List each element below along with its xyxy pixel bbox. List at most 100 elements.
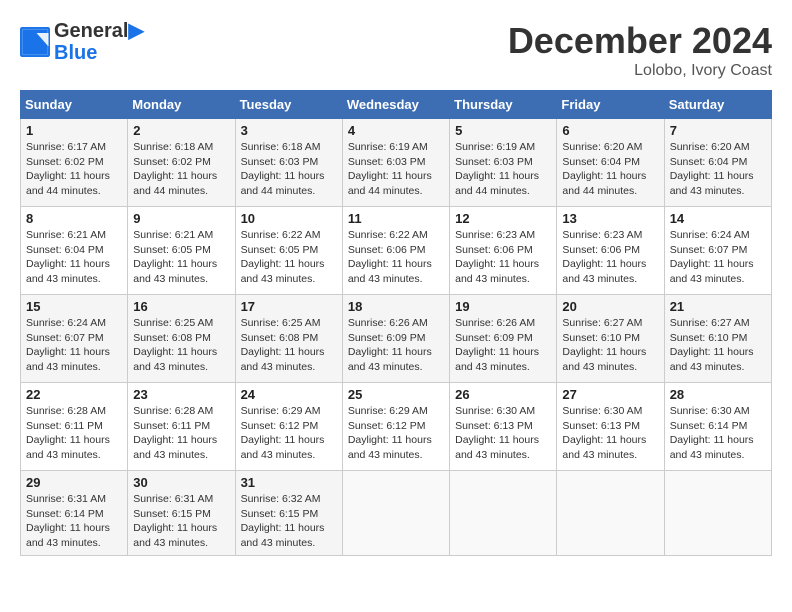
day-number: 22 (26, 387, 122, 402)
month-title: December 2024 (508, 20, 772, 62)
calendar-cell (342, 471, 449, 556)
day-info: Sunrise: 6:24 AMSunset: 6:07 PMDaylight:… (670, 228, 766, 287)
day-info: Sunrise: 6:30 AMSunset: 6:14 PMDaylight:… (670, 404, 766, 463)
calendar-cell: 9 Sunrise: 6:21 AMSunset: 6:05 PMDayligh… (128, 207, 235, 295)
calendar-cell: 17 Sunrise: 6:25 AMSunset: 6:08 PMDaylig… (235, 295, 342, 383)
calendar-cell: 23 Sunrise: 6:28 AMSunset: 6:11 PMDaylig… (128, 383, 235, 471)
calendar-week-row: 8 Sunrise: 6:21 AMSunset: 6:04 PMDayligh… (21, 207, 772, 295)
day-number: 7 (670, 123, 766, 138)
day-info: Sunrise: 6:21 AMSunset: 6:05 PMDaylight:… (133, 228, 229, 287)
column-header-friday: Friday (557, 91, 664, 119)
day-number: 28 (670, 387, 766, 402)
column-header-wednesday: Wednesday (342, 91, 449, 119)
day-info: Sunrise: 6:31 AMSunset: 6:15 PMDaylight:… (133, 492, 229, 551)
day-info: Sunrise: 6:18 AMSunset: 6:02 PMDaylight:… (133, 140, 229, 199)
calendar-week-row: 22 Sunrise: 6:28 AMSunset: 6:11 PMDaylig… (21, 383, 772, 471)
calendar-cell: 10 Sunrise: 6:22 AMSunset: 6:05 PMDaylig… (235, 207, 342, 295)
column-header-thursday: Thursday (450, 91, 557, 119)
day-number: 31 (241, 475, 337, 490)
day-info: Sunrise: 6:30 AMSunset: 6:13 PMDaylight:… (455, 404, 551, 463)
day-number: 21 (670, 299, 766, 314)
day-number: 23 (133, 387, 229, 402)
day-info: Sunrise: 6:20 AMSunset: 6:04 PMDaylight:… (670, 140, 766, 199)
day-info: Sunrise: 6:26 AMSunset: 6:09 PMDaylight:… (348, 316, 444, 375)
calendar-cell (664, 471, 771, 556)
calendar-cell: 25 Sunrise: 6:29 AMSunset: 6:12 PMDaylig… (342, 383, 449, 471)
calendar-cell: 13 Sunrise: 6:23 AMSunset: 6:06 PMDaylig… (557, 207, 664, 295)
calendar-cell (557, 471, 664, 556)
day-info: Sunrise: 6:20 AMSunset: 6:04 PMDaylight:… (562, 140, 658, 199)
calendar-cell: 31 Sunrise: 6:32 AMSunset: 6:15 PMDaylig… (235, 471, 342, 556)
calendar-cell: 11 Sunrise: 6:22 AMSunset: 6:06 PMDaylig… (342, 207, 449, 295)
column-header-monday: Monday (128, 91, 235, 119)
calendar-cell: 3 Sunrise: 6:18 AMSunset: 6:03 PMDayligh… (235, 119, 342, 207)
title-block: December 2024 Lolobo, Ivory Coast (508, 20, 772, 80)
calendar-cell: 7 Sunrise: 6:20 AMSunset: 6:04 PMDayligh… (664, 119, 771, 207)
day-info: Sunrise: 6:28 AMSunset: 6:11 PMDaylight:… (133, 404, 229, 463)
calendar-header-row: SundayMondayTuesdayWednesdayThursdayFrid… (21, 91, 772, 119)
day-number: 17 (241, 299, 337, 314)
day-info: Sunrise: 6:17 AMSunset: 6:02 PMDaylight:… (26, 140, 122, 199)
calendar-cell: 15 Sunrise: 6:24 AMSunset: 6:07 PMDaylig… (21, 295, 128, 383)
calendar-cell: 21 Sunrise: 6:27 AMSunset: 6:10 PMDaylig… (664, 295, 771, 383)
day-number: 25 (348, 387, 444, 402)
location-subtitle: Lolobo, Ivory Coast (508, 62, 772, 80)
day-info: Sunrise: 6:27 AMSunset: 6:10 PMDaylight:… (670, 316, 766, 375)
day-number: 4 (348, 123, 444, 138)
column-header-saturday: Saturday (664, 91, 771, 119)
day-info: Sunrise: 6:30 AMSunset: 6:13 PMDaylight:… (562, 404, 658, 463)
logo: General▶ Blue (20, 20, 144, 64)
calendar-cell: 14 Sunrise: 6:24 AMSunset: 6:07 PMDaylig… (664, 207, 771, 295)
calendar-cell: 1 Sunrise: 6:17 AMSunset: 6:02 PMDayligh… (21, 119, 128, 207)
day-number: 15 (26, 299, 122, 314)
day-info: Sunrise: 6:19 AMSunset: 6:03 PMDaylight:… (455, 140, 551, 199)
column-header-sunday: Sunday (21, 91, 128, 119)
day-number: 16 (133, 299, 229, 314)
day-info: Sunrise: 6:29 AMSunset: 6:12 PMDaylight:… (348, 404, 444, 463)
day-info: Sunrise: 6:25 AMSunset: 6:08 PMDaylight:… (133, 316, 229, 375)
day-number: 20 (562, 299, 658, 314)
day-number: 1 (26, 123, 122, 138)
day-info: Sunrise: 6:22 AMSunset: 6:06 PMDaylight:… (348, 228, 444, 287)
day-info: Sunrise: 6:32 AMSunset: 6:15 PMDaylight:… (241, 492, 337, 551)
day-number: 10 (241, 211, 337, 226)
calendar-cell: 18 Sunrise: 6:26 AMSunset: 6:09 PMDaylig… (342, 295, 449, 383)
calendar-cell: 29 Sunrise: 6:31 AMSunset: 6:14 PMDaylig… (21, 471, 128, 556)
day-number: 18 (348, 299, 444, 314)
page-header: General▶ Blue December 2024 Lolobo, Ivor… (20, 20, 772, 80)
day-info: Sunrise: 6:18 AMSunset: 6:03 PMDaylight:… (241, 140, 337, 199)
day-info: Sunrise: 6:22 AMSunset: 6:05 PMDaylight:… (241, 228, 337, 287)
calendar-week-row: 29 Sunrise: 6:31 AMSunset: 6:14 PMDaylig… (21, 471, 772, 556)
calendar-cell: 12 Sunrise: 6:23 AMSunset: 6:06 PMDaylig… (450, 207, 557, 295)
logo-text: General▶ Blue (54, 20, 144, 64)
day-number: 13 (562, 211, 658, 226)
day-number: 14 (670, 211, 766, 226)
calendar-cell: 28 Sunrise: 6:30 AMSunset: 6:14 PMDaylig… (664, 383, 771, 471)
calendar-cell: 5 Sunrise: 6:19 AMSunset: 6:03 PMDayligh… (450, 119, 557, 207)
day-number: 29 (26, 475, 122, 490)
day-info: Sunrise: 6:27 AMSunset: 6:10 PMDaylight:… (562, 316, 658, 375)
calendar-cell: 19 Sunrise: 6:26 AMSunset: 6:09 PMDaylig… (450, 295, 557, 383)
day-info: Sunrise: 6:23 AMSunset: 6:06 PMDaylight:… (562, 228, 658, 287)
column-header-tuesday: Tuesday (235, 91, 342, 119)
calendar-cell: 20 Sunrise: 6:27 AMSunset: 6:10 PMDaylig… (557, 295, 664, 383)
calendar-cell: 30 Sunrise: 6:31 AMSunset: 6:15 PMDaylig… (128, 471, 235, 556)
day-info: Sunrise: 6:26 AMSunset: 6:09 PMDaylight:… (455, 316, 551, 375)
logo-icon (20, 27, 50, 57)
calendar-cell: 24 Sunrise: 6:29 AMSunset: 6:12 PMDaylig… (235, 383, 342, 471)
day-number: 8 (26, 211, 122, 226)
calendar-cell: 4 Sunrise: 6:19 AMSunset: 6:03 PMDayligh… (342, 119, 449, 207)
day-info: Sunrise: 6:29 AMSunset: 6:12 PMDaylight:… (241, 404, 337, 463)
calendar-cell: 16 Sunrise: 6:25 AMSunset: 6:08 PMDaylig… (128, 295, 235, 383)
day-info: Sunrise: 6:25 AMSunset: 6:08 PMDaylight:… (241, 316, 337, 375)
day-info: Sunrise: 6:21 AMSunset: 6:04 PMDaylight:… (26, 228, 122, 287)
calendar-cell: 8 Sunrise: 6:21 AMSunset: 6:04 PMDayligh… (21, 207, 128, 295)
calendar-cell: 6 Sunrise: 6:20 AMSunset: 6:04 PMDayligh… (557, 119, 664, 207)
calendar-cell: 22 Sunrise: 6:28 AMSunset: 6:11 PMDaylig… (21, 383, 128, 471)
day-number: 30 (133, 475, 229, 490)
calendar-cell: 27 Sunrise: 6:30 AMSunset: 6:13 PMDaylig… (557, 383, 664, 471)
calendar-table: SundayMondayTuesdayWednesdayThursdayFrid… (20, 90, 772, 556)
calendar-cell: 26 Sunrise: 6:30 AMSunset: 6:13 PMDaylig… (450, 383, 557, 471)
day-number: 2 (133, 123, 229, 138)
day-number: 5 (455, 123, 551, 138)
